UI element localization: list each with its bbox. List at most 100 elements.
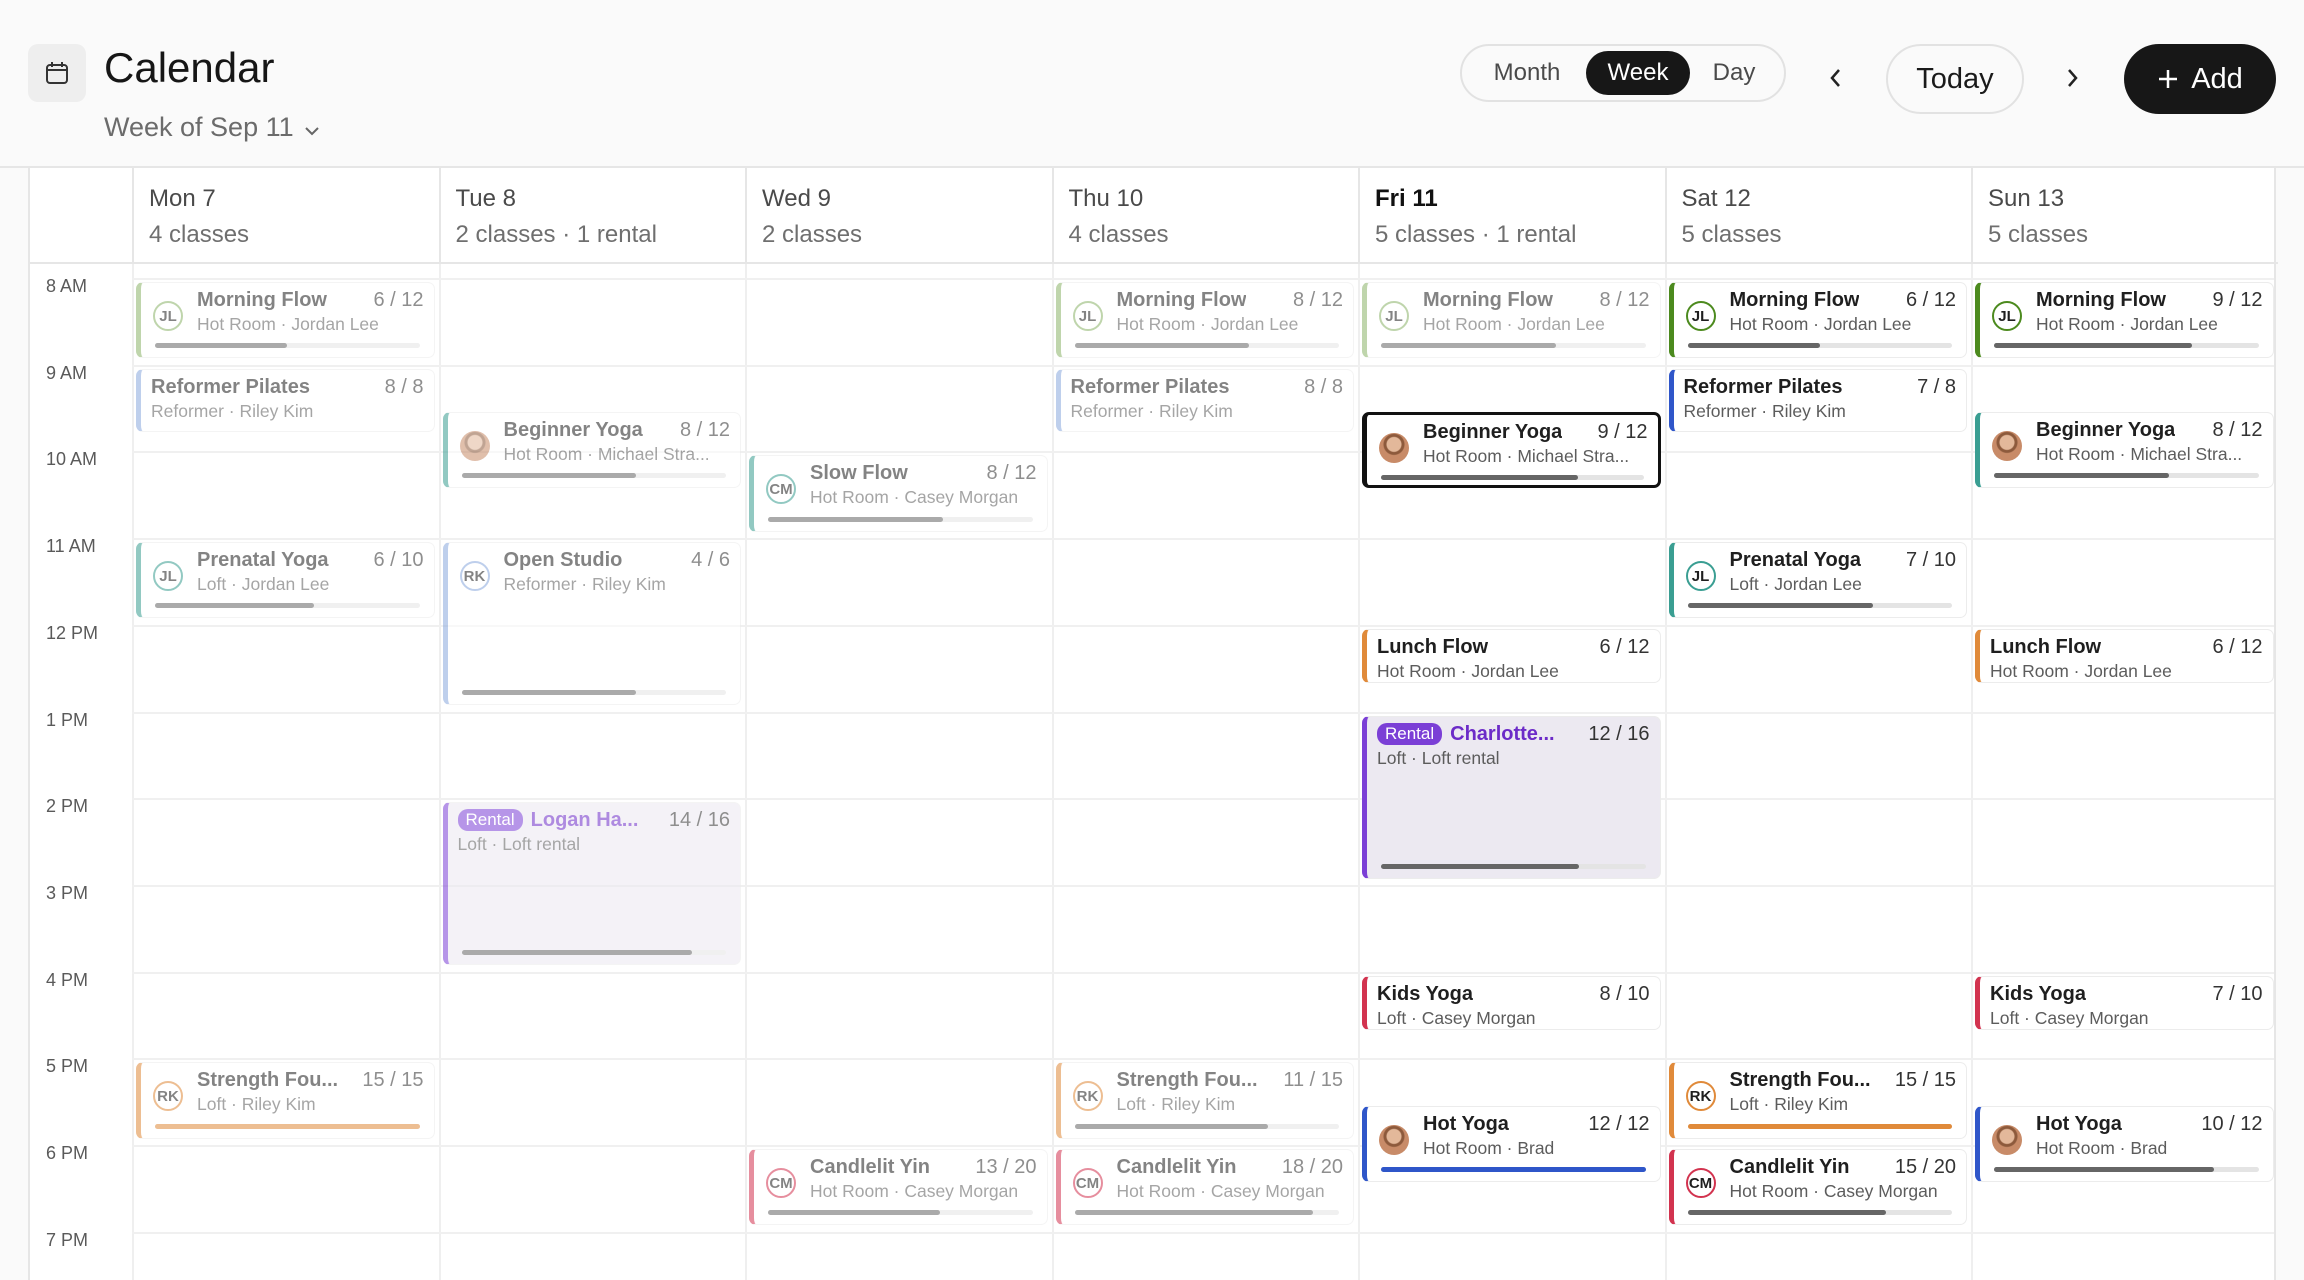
day-count: 4 classes: [1068, 221, 1169, 248]
event-card[interactable]: JL Morning Flow Hot Room · Jordan Lee 9 / 1…: [1975, 282, 2274, 359]
week-selector[interactable]: Week of Sep 11: [104, 112, 320, 143]
event-capacity: 14 / 16: [668, 809, 730, 832]
event-card[interactable]: Lunch Flow Hot Room · Jordan Lee 6 / 12: [1362, 628, 1661, 684]
view-day-button[interactable]: Day: [1690, 51, 1778, 95]
day-header[interactable]: Wed 9 2 classes: [745, 168, 1052, 264]
event-card[interactable]: Reformer Pilates Reformer · Riley Kim 8 / …: [1055, 368, 1354, 433]
event-card[interactable]: Reformer Pilates Reformer · Riley Kim 7 / …: [1668, 368, 1967, 433]
day-header[interactable]: Mon 7 4 classes: [132, 168, 439, 264]
event-capacity: 8 / 8: [384, 375, 424, 398]
event-card[interactable]: JL Morning Flow Hot Room · Jordan Lee 8 / 1…: [1362, 282, 1661, 359]
day-header[interactable]: Tue 8 2 classes · 1 rental: [438, 168, 746, 264]
event-capacity: 10 / 12: [2201, 1112, 2263, 1135]
time-label: 8 AM: [46, 276, 88, 296]
event-title: Reformer Pilates: [151, 375, 310, 398]
column-divider: [1051, 264, 1054, 1280]
event-card[interactable]: RK Strength Fou... Loft · Riley Kim 15 / 15: [1668, 1062, 1967, 1139]
event-card[interactable]: Hot Yoga Hot Room · Brad 12 / 12: [1362, 1105, 1661, 1182]
hour-line: [132, 1231, 2274, 1234]
instructor-avatar: JL: [1072, 301, 1103, 331]
event-title: Hot Yoga: [1423, 1112, 1509, 1135]
instructor-avatar: JL: [153, 561, 183, 592]
event-title: Strength Fou...: [1116, 1069, 1258, 1092]
capacity-bar: [155, 1123, 420, 1129]
event-capacity: 6 / 12: [2212, 635, 2263, 658]
capacity-bar: [1687, 1210, 1952, 1216]
event-card[interactable]: Hot Yoga Hot Room · Brad 10 / 12: [1975, 1105, 2274, 1182]
event-card[interactable]: Rental Charlotte... Loft · Loft rental 12 /…: [1362, 715, 1661, 879]
event-subtitle: Reformer · Riley Kim: [1070, 400, 1233, 421]
event-subtitle: Reformer · Riley Kim: [503, 574, 666, 595]
today-button[interactable]: Today: [1886, 44, 2024, 114]
capacity-bar-fill: [155, 603, 314, 609]
event-subtitle: Loft · Jordan Lee: [197, 574, 330, 595]
event-card[interactable]: CM Candlelit Yin Hot Room · Casey Morgan 18…: [1055, 1149, 1354, 1226]
capacity-bar: [461, 690, 726, 696]
event-subtitle: Hot Room · Jordan Lee: [1377, 660, 1559, 681]
add-button[interactable]: Add: [2124, 44, 2276, 114]
event-card[interactable]: JL Prenatal Yoga Loft · Jordan Lee 6 / 10: [136, 542, 435, 619]
day-header[interactable]: Sat 12 5 classes: [1664, 168, 1972, 264]
capacity-bar-fill: [1074, 343, 1250, 349]
day-count: 5 classes: [1988, 221, 2089, 248]
event-capacity: 6 / 10: [373, 549, 424, 572]
event-card[interactable]: JL Morning Flow Hot Room · Jordan Lee 6 / 1…: [1668, 282, 1967, 359]
event-card[interactable]: Reformer Pilates Reformer · Riley Kim 8 / …: [136, 368, 435, 433]
day-name: Sat 12: [1681, 185, 1751, 212]
day-count: 2 classes: [762, 221, 863, 248]
event-title: Candlelit Yin: [810, 1156, 931, 1178]
prev-week-button[interactable]: [1818, 60, 1854, 96]
day-header[interactable]: Thu 10 4 classes: [1051, 168, 1359, 264]
event-card[interactable]: Kids Yoga Loft · Casey Morgan 8 / 10: [1362, 975, 1661, 1031]
event-subtitle: Hot Room · Brad: [1423, 1137, 1555, 1158]
capacity-bar-fill: [768, 516, 943, 522]
day-header-row: Mon 7 4 classes Tue 8 2 classes · 1 rental W…: [30, 168, 2278, 264]
page-title: Calendar: [104, 44, 275, 91]
time-label: 11 AM: [46, 536, 96, 557]
event-card[interactable]: JL Morning Flow Hot Room · Jordan Lee 8 / 1…: [1055, 282, 1354, 359]
event-card[interactable]: RK Strength Fou... Loft · Riley Kim 15 / 15: [136, 1062, 435, 1139]
event-capacity: 13 / 20: [975, 1156, 1037, 1178]
day-header[interactable]: Fri 11 5 classes · 1 rental: [1358, 168, 1665, 264]
event-card[interactable]: Beginner Yoga Hot Room · Michael Stra... 8…: [1975, 412, 2274, 489]
instructor-avatar: JL: [153, 301, 183, 331]
day-header[interactable]: Sun 13 5 classes: [1971, 168, 2278, 264]
event-card[interactable]: Beginner Yoga Hot Room · Michael Stra... 8…: [442, 412, 741, 489]
event-card[interactable]: Lunch Flow Hot Room · Jordan Lee 6 / 12: [1975, 628, 2274, 684]
time-label: 2 PM: [46, 796, 89, 817]
capacity-bar: [1687, 343, 1952, 349]
view-week-button[interactable]: Week: [1586, 51, 1690, 95]
capacity-bar: [1687, 1123, 1952, 1129]
event-card[interactable]: Kids Yoga Loft · Casey Morgan 7 / 10: [1975, 975, 2274, 1031]
time-label: 5 PM: [46, 1056, 89, 1077]
event-capacity: 18 / 20: [1281, 1156, 1343, 1178]
event-card[interactable]: CM Candlelit Yin Hot Room · Casey Morgan 13…: [749, 1149, 1048, 1226]
instructor-photo: [1992, 431, 2022, 462]
capacity-bar-fill: [768, 1210, 940, 1216]
hour-line: [132, 538, 2274, 541]
event-title: Reformer Pilates: [1683, 375, 1843, 398]
event-card[interactable]: CM Candlelit Yin Hot Room · Casey Morgan 15…: [1668, 1149, 1967, 1226]
event-card[interactable]: Rental Logan Ha... Loft · Loft rental 14 / …: [442, 802, 741, 966]
event-card[interactable]: Beginner Yoga Hot Room · Michael Stra... 9…: [1362, 412, 1661, 489]
event-capacity: 8 / 12: [986, 462, 1037, 485]
view-month-button[interactable]: Month: [1468, 51, 1586, 95]
calendar-icon: [28, 44, 86, 102]
next-week-button[interactable]: [2054, 60, 2090, 96]
event-card[interactable]: RK Strength Fou... Loft · Riley Kim 11 / 15: [1055, 1062, 1354, 1139]
day-name: Sun 13: [1988, 185, 2065, 212]
event-subtitle: Reformer · Riley Kim: [1683, 400, 1846, 421]
capacity-bar-fill: [1994, 1167, 2214, 1172]
event-subtitle: Hot Room · Jordan Lee: [2036, 314, 2218, 334]
column-divider: [132, 264, 134, 1280]
hour-line: [132, 971, 2274, 974]
instructor-avatar: JL: [1685, 561, 1716, 592]
capacity-bar-fill: [461, 473, 637, 479]
instructor-avatar: RK: [1685, 1081, 1716, 1112]
event-title: Morning Flow: [1423, 289, 1553, 311]
event-card[interactable]: CM Slow Flow Hot Room · Casey Morgan 8 / 12: [749, 455, 1048, 532]
event-card[interactable]: RK Open Studio Reformer · Riley Kim 4 / 6: [442, 542, 741, 706]
instructor-photo: [1992, 1124, 2022, 1155]
event-card[interactable]: JL Prenatal Yoga Loft · Jordan Lee 7 / 10: [1668, 542, 1967, 619]
event-card[interactable]: JL Morning Flow Hot Room · Jordan Lee 6 / 1…: [136, 282, 435, 359]
